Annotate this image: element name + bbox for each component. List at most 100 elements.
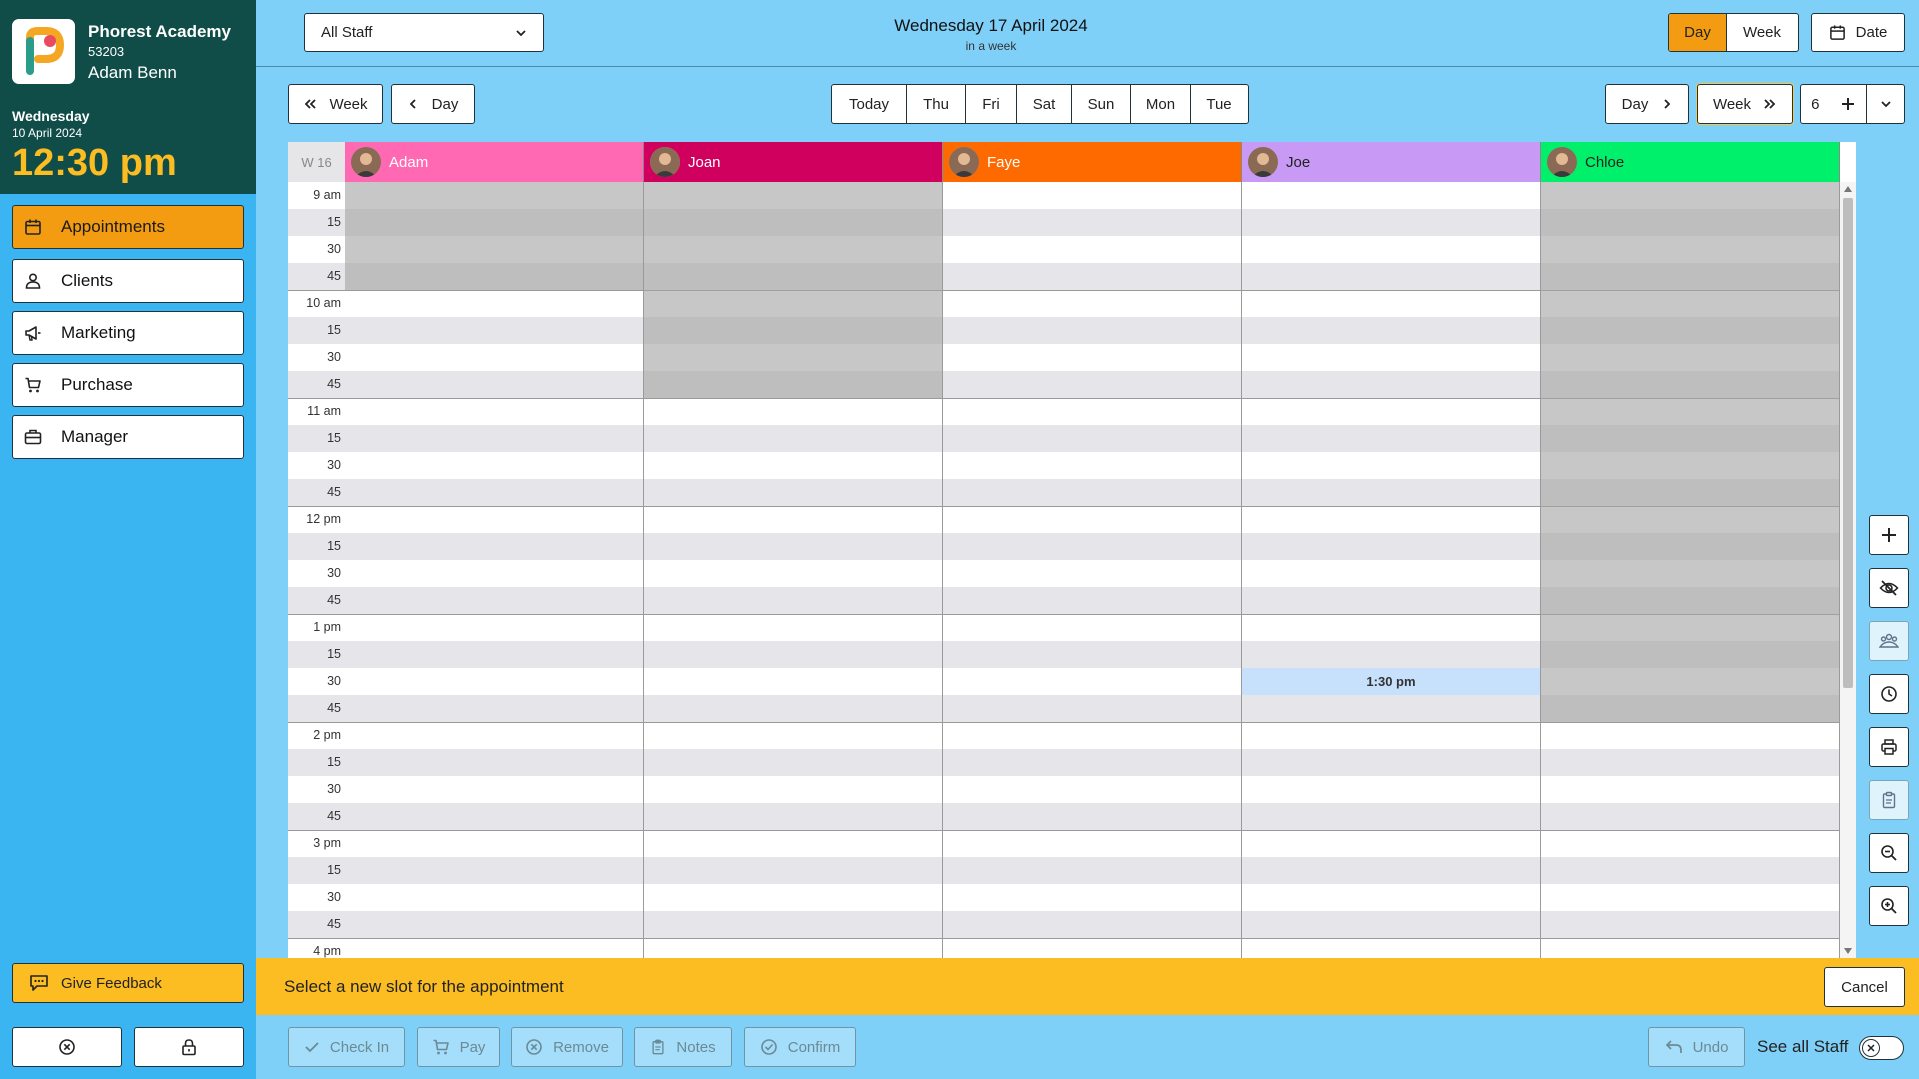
slot-row[interactable] — [345, 803, 1840, 830]
staff-header-adam[interactable]: Adam — [345, 142, 644, 182]
notes-button[interactable]: Notes — [634, 1027, 732, 1067]
staff-name: Joe — [1286, 153, 1311, 171]
staff-name: Adam — [389, 153, 429, 171]
slot-row[interactable] — [345, 938, 1840, 958]
staff-avatar — [1248, 147, 1278, 177]
nav-manager[interactable]: Manager — [12, 415, 244, 459]
slot-row[interactable] — [345, 884, 1840, 911]
staff-header-chloe[interactable]: Chloe — [1541, 142, 1840, 182]
time-label: 30 — [288, 560, 345, 587]
print-button[interactable] — [1869, 727, 1909, 767]
brand-header: Phorest Academy 53203 Adam Benn — [0, 0, 256, 104]
slot-row[interactable] — [345, 722, 1840, 749]
selected-slot[interactable]: 1:30 pm — [1242, 668, 1540, 695]
day-shortcut-today[interactable]: Today — [832, 85, 907, 123]
prev-day-button[interactable]: Day — [391, 84, 475, 124]
check-in-button[interactable]: Check In — [288, 1027, 405, 1067]
nav-clients[interactable]: Clients — [12, 259, 244, 303]
day-shortcuts: Today Thu Fri Sat Sun Mon Tue — [831, 84, 1249, 124]
time-label: 1 pm — [288, 614, 345, 641]
hide-button[interactable] — [1869, 568, 1909, 608]
time-label: 45 — [288, 695, 345, 722]
clipboard-button[interactable] — [1869, 780, 1909, 820]
check-icon — [304, 1040, 320, 1054]
confirm-button[interactable]: Confirm — [744, 1027, 856, 1067]
phorest-logo — [12, 19, 75, 84]
slot-row[interactable] — [345, 911, 1840, 938]
staff-header-joan[interactable]: Joan — [644, 142, 943, 182]
chevron-down-icon — [515, 27, 527, 39]
cancel-button[interactable]: Cancel — [1824, 967, 1905, 1007]
time-label: 45 — [288, 911, 345, 938]
time-label: 12 pm — [288, 506, 345, 533]
sidebar: Phorest Academy 53203 Adam Benn Wednesda… — [0, 0, 256, 1079]
nav-marketing[interactable]: Marketing — [12, 311, 244, 355]
staff-select[interactable]: All Staff — [304, 13, 544, 52]
nav-appointments[interactable]: Appointments — [12, 205, 244, 249]
column-count-add-button[interactable]: 6 — [1801, 85, 1867, 123]
hour-divider — [288, 938, 1840, 939]
view-week-button[interactable]: Week — [1727, 14, 1797, 51]
give-feedback-button[interactable]: Give Feedback — [12, 963, 244, 1003]
time-label: 45 — [288, 479, 345, 506]
scrollbar-thumb[interactable] — [1843, 198, 1853, 688]
prev-day-label: Day — [431, 95, 459, 113]
column-divider — [942, 182, 943, 958]
prev-week-button[interactable]: Week — [288, 84, 383, 124]
chevron-left-icon — [408, 98, 418, 110]
calendar-scrollbar[interactable] — [1840, 182, 1856, 958]
add-appointment-button[interactable] — [1869, 515, 1909, 555]
user-name: Adam Benn — [88, 63, 177, 82]
time-label: 45 — [288, 803, 345, 830]
close-session-button[interactable] — [12, 1027, 122, 1067]
time-label: 15 — [288, 425, 345, 452]
staff-header-faye[interactable]: Faye — [943, 142, 1242, 182]
undo-button[interactable]: Undo — [1648, 1027, 1745, 1067]
slot-row[interactable] — [345, 830, 1840, 857]
zoom-out-button[interactable] — [1869, 833, 1909, 873]
day-shortcut-thu[interactable]: Thu — [907, 85, 966, 123]
slot-row[interactable] — [345, 749, 1840, 776]
give-feedback-label: Give Feedback — [61, 974, 162, 992]
staff-name: Joan — [688, 153, 721, 171]
time-button[interactable] — [1869, 674, 1909, 714]
time-label: 45 — [288, 587, 345, 614]
clock-icon — [1880, 685, 1898, 703]
zoom-in-button[interactable] — [1869, 886, 1909, 926]
next-day-button[interactable]: Day — [1605, 84, 1689, 124]
scroll-up-arrow-icon — [1844, 186, 1852, 192]
remove-label: Remove — [553, 1038, 609, 1056]
column-count-dropdown[interactable] — [1867, 85, 1904, 123]
time-label: 9 am — [288, 182, 345, 209]
hour-divider — [288, 722, 1840, 723]
date-picker-button[interactable]: Date — [1811, 13, 1905, 52]
next-week-button[interactable]: Week — [1697, 84, 1793, 124]
staff-header-joe[interactable]: Joe — [1242, 142, 1541, 182]
clock-weekday: Wednesday — [12, 108, 90, 124]
see-all-staff-toggle[interactable] — [1859, 1036, 1904, 1060]
time-label: 10 am — [288, 290, 345, 317]
day-shortcut-sat[interactable]: Sat — [1017, 85, 1072, 123]
column-divider — [643, 182, 644, 958]
day-shortcut-fri[interactable]: Fri — [966, 85, 1017, 123]
slot-row[interactable] — [345, 857, 1840, 884]
notice-message: Select a new slot for the appointment — [284, 977, 564, 996]
view-day-button[interactable]: Day — [1669, 14, 1727, 51]
zoom-out-icon — [1880, 844, 1898, 862]
lock-button[interactable] — [134, 1027, 244, 1067]
time-label: 15 — [288, 533, 345, 560]
group-button[interactable] — [1869, 621, 1909, 661]
week-number: W 16 — [288, 142, 345, 182]
staff-select-value: All Staff — [321, 24, 373, 41]
slot-row[interactable] — [345, 776, 1840, 803]
cart-icon — [432, 1038, 450, 1056]
pay-button[interactable]: Pay — [417, 1027, 500, 1067]
briefcase-icon — [23, 427, 43, 447]
megaphone-icon — [23, 323, 43, 343]
view-toggle: Day Week — [1668, 13, 1799, 52]
remove-button[interactable]: Remove — [511, 1027, 623, 1067]
day-shortcut-tue[interactable]: Tue — [1191, 85, 1247, 123]
day-shortcut-mon[interactable]: Mon — [1131, 85, 1191, 123]
day-shortcut-sun[interactable]: Sun — [1072, 85, 1131, 123]
nav-purchase[interactable]: Purchase — [12, 363, 244, 407]
